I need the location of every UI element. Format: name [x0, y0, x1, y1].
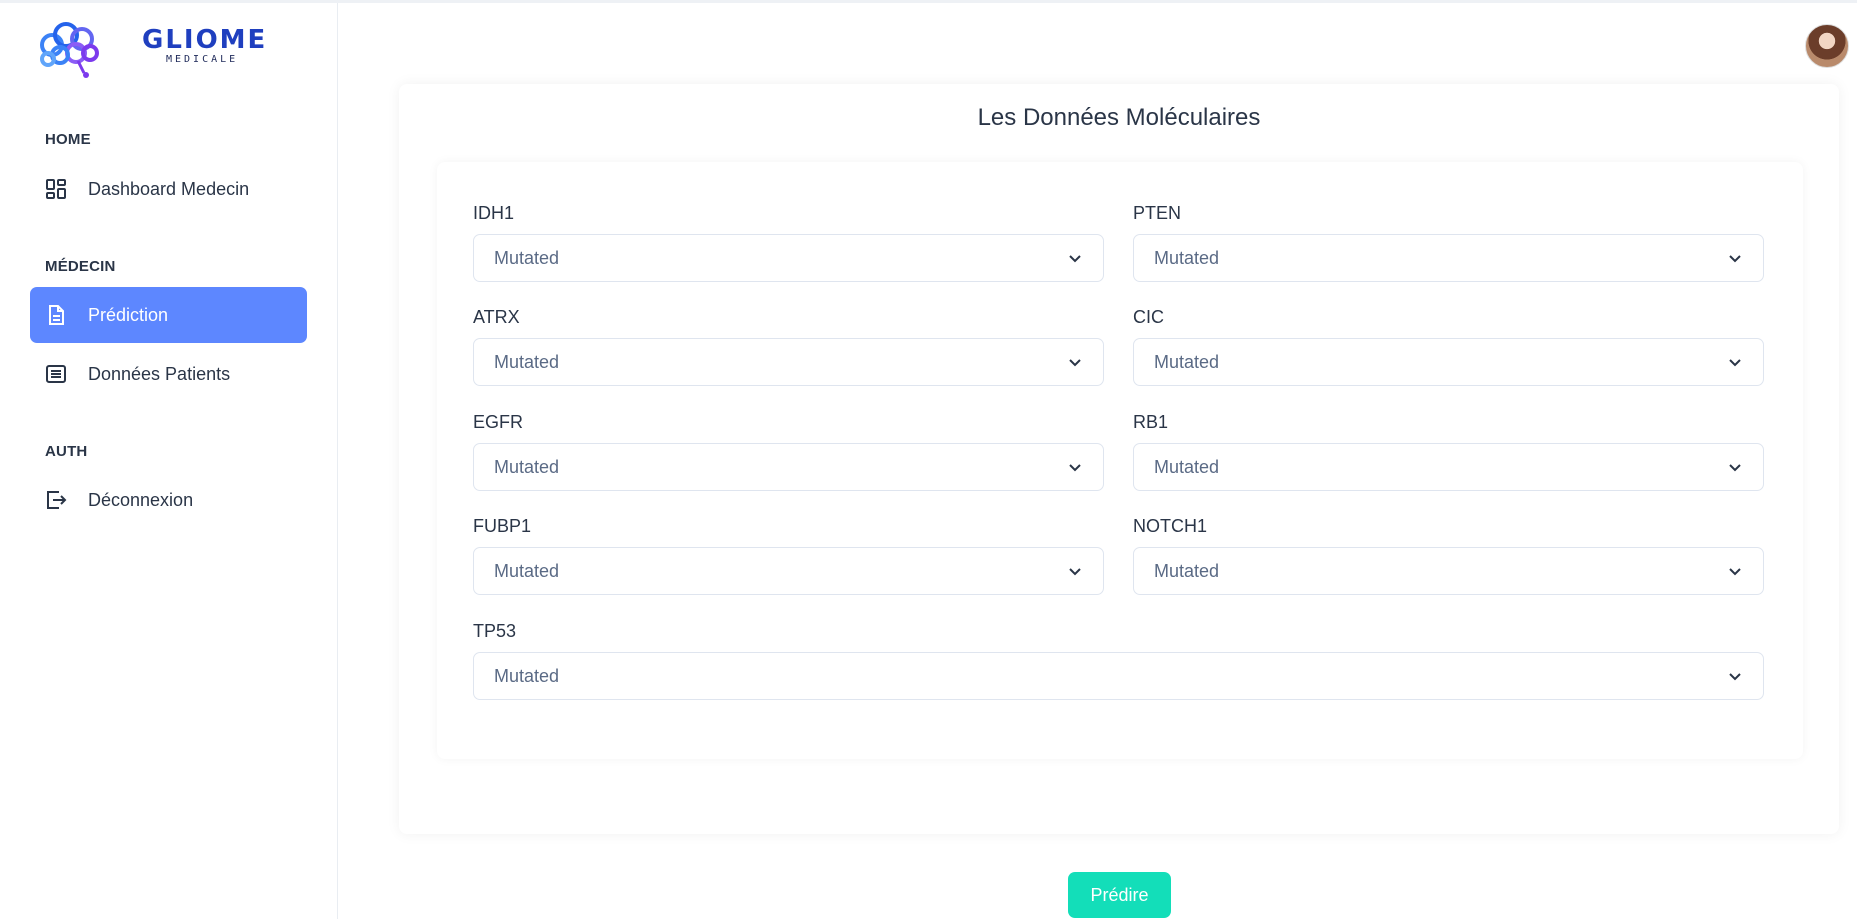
- logo-title: GLIOME: [142, 25, 268, 55]
- field-notch1: NOTCH1 Mutated: [1133, 513, 1764, 595]
- page-title: Les Données Moléculaires: [977, 104, 1261, 131]
- chevron-down-icon: [1069, 464, 1081, 472]
- sidebar-item-label: Dashboard Medecin: [88, 178, 250, 199]
- select-value: Mutated: [1154, 456, 1220, 477]
- molecular-form: IDH1 Mutated PTEN Mutated ATRX Mutated C…: [437, 162, 1803, 759]
- pten-select[interactable]: Mutated: [1133, 234, 1764, 282]
- document-icon: [45, 304, 67, 326]
- select-value: Mutated: [494, 560, 560, 581]
- chevron-down-icon: [1069, 568, 1081, 576]
- chevron-down-icon: [1729, 464, 1741, 472]
- field-label: RB1: [1133, 412, 1169, 432]
- field-pten: PTEN Mutated: [1133, 200, 1764, 282]
- sidebar-item-label: Données Patients: [88, 363, 231, 384]
- dashboard-icon: [45, 178, 67, 200]
- field-label: IDH1: [473, 203, 515, 223]
- sidebar-item-label: Déconnexion: [88, 489, 194, 510]
- field-label: NOTCH1: [1133, 516, 1208, 536]
- field-label: EGFR: [473, 412, 524, 432]
- molecular-data-card: Les Données Moléculaires IDH1 Mutated PT…: [399, 84, 1839, 834]
- sidebar-item-dashboard-medecin[interactable]: Dashboard Medecin: [30, 161, 307, 217]
- field-fubp1: FUBP1 Mutated: [473, 513, 1104, 595]
- sidebar-item-deconnexion[interactable]: Déconnexion: [30, 472, 307, 528]
- chevron-down-icon: [1729, 568, 1741, 576]
- sidebar-item-donnees-patients[interactable]: Données Patients: [30, 346, 307, 402]
- brain-logo-icon: [40, 22, 99, 78]
- rb1-select[interactable]: Mutated: [1133, 443, 1764, 491]
- field-rb1: RB1 Mutated: [1133, 409, 1764, 491]
- field-atrx: ATRX Mutated: [473, 304, 1104, 386]
- sidebar: GLIOME MEDICALE HOME Dashboard Medecin M…: [0, 3, 338, 919]
- notch1-select[interactable]: Mutated: [1133, 547, 1764, 595]
- logo-subtitle: MEDICALE: [166, 54, 239, 65]
- sidebar-item-label: Prédiction: [88, 304, 169, 325]
- predict-button[interactable]: Prédire: [1068, 872, 1171, 918]
- chevron-down-icon: [1729, 255, 1741, 263]
- tp53-select[interactable]: Mutated: [473, 652, 1764, 700]
- chevron-down-icon: [1729, 673, 1741, 681]
- list-icon: [45, 363, 67, 385]
- select-value: Mutated: [1154, 351, 1220, 372]
- section-caption-home: HOME: [45, 131, 91, 148]
- select-value: Mutated: [494, 456, 560, 477]
- field-label: CIC: [1133, 307, 1164, 327]
- idh1-select[interactable]: Mutated: [473, 234, 1104, 282]
- select-value: Mutated: [494, 665, 560, 686]
- select-value: Mutated: [1154, 247, 1220, 268]
- sidebar-item-prediction[interactable]: Prédiction: [30, 287, 307, 343]
- select-value: Mutated: [494, 351, 560, 372]
- field-label: PTEN: [1133, 203, 1182, 223]
- field-tp53: TP53 Mutated: [473, 618, 1764, 700]
- cic-select[interactable]: Mutated: [1133, 338, 1764, 386]
- select-value: Mutated: [1154, 560, 1220, 581]
- egfr-select[interactable]: Mutated: [473, 443, 1104, 491]
- section-caption-medecin: MÉDECIN: [45, 258, 116, 275]
- logo[interactable]: GLIOME MEDICALE: [32, 17, 265, 81]
- user-avatar[interactable]: [1805, 24, 1849, 68]
- logout-icon: [45, 489, 67, 511]
- field-label: FUBP1: [473, 516, 532, 536]
- field-label: ATRX: [473, 307, 520, 327]
- field-idh1: IDH1 Mutated: [473, 200, 1104, 282]
- fubp1-select[interactable]: Mutated: [473, 547, 1104, 595]
- select-value: Mutated: [494, 247, 560, 268]
- chevron-down-icon: [1729, 359, 1741, 367]
- atrx-select[interactable]: Mutated: [473, 338, 1104, 386]
- field-egfr: EGFR Mutated: [473, 409, 1104, 491]
- chevron-down-icon: [1069, 359, 1081, 367]
- field-cic: CIC Mutated: [1133, 304, 1764, 386]
- chevron-down-icon: [1069, 255, 1081, 263]
- field-label: TP53: [473, 621, 517, 641]
- section-caption-auth: AUTH: [45, 443, 88, 460]
